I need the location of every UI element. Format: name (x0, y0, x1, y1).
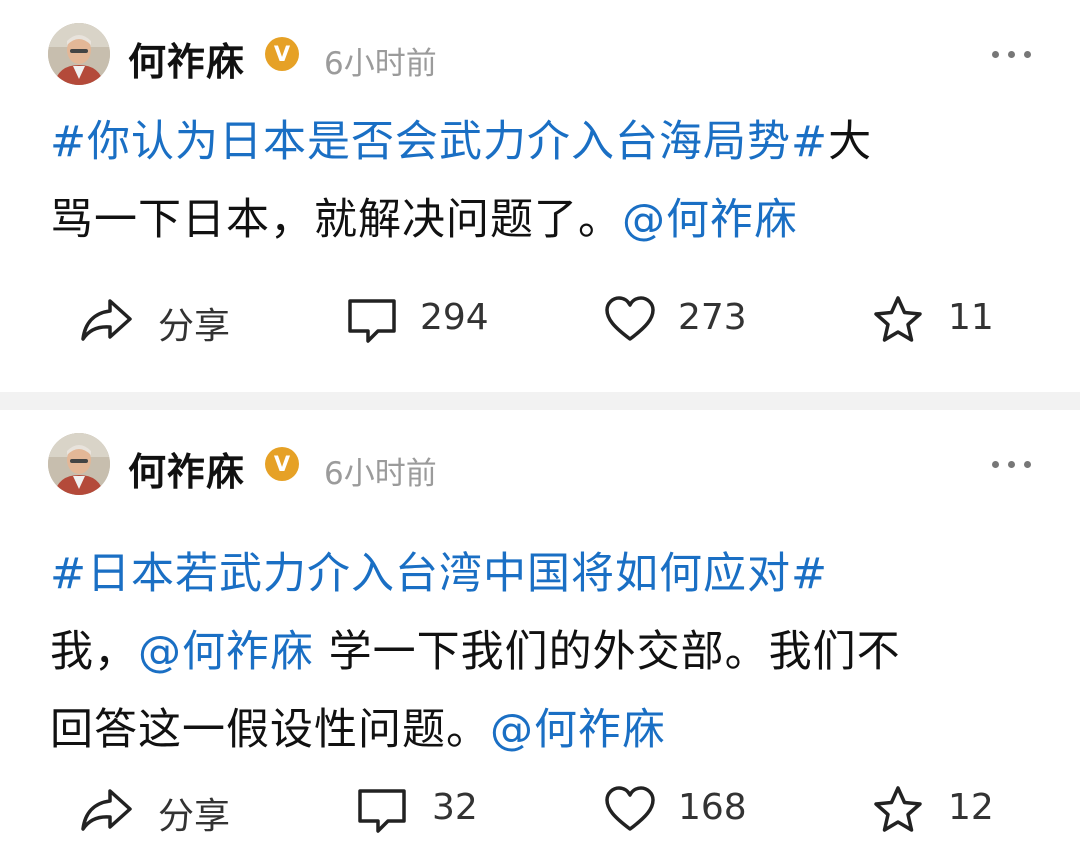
comment-count: 32 (432, 787, 478, 828)
verified-badge-icon: V (265, 37, 299, 71)
content-text: 学一下我们的外交部。我们不 (314, 627, 901, 677)
content-text: 我， (50, 627, 138, 677)
share-button[interactable]: 分享 (80, 779, 250, 839)
avatar[interactable] (48, 23, 110, 85)
post-card: 何祚庥 V 6小时前 #你认为日本是否会武力介入台海局势#大 骂一下日本，就解决… (0, 0, 1080, 392)
heart-icon (605, 786, 655, 831)
content-line: #日本若武力介入台湾中国将如何应对# (50, 535, 1035, 613)
share-label: 分享 (158, 796, 231, 837)
like-count: 273 (678, 297, 747, 338)
like-button[interactable]: 168 (604, 779, 764, 839)
action-bar: 分享 294 273 11 (0, 289, 1080, 349)
action-bar: 分享 32 168 12 (0, 779, 1080, 839)
share-icon (81, 299, 132, 341)
star-icon (874, 786, 922, 832)
favorite-button[interactable]: 11 (872, 289, 1012, 349)
content-line: #你认为日本是否会武力介入台海局势#大 (50, 103, 1035, 181)
comment-count: 294 (420, 297, 489, 338)
avatar[interactable] (48, 433, 110, 495)
content-text: 大 (828, 117, 873, 167)
hashtag-link[interactable]: #日本若武力介入台湾中国将如何应对# (50, 549, 828, 599)
comment-button[interactable]: 32 (356, 779, 506, 839)
hashtag-link[interactable]: #你认为日本是否会武力介入台海局势# (50, 117, 828, 167)
post-header: 何祚庥 V 6小时前 (48, 23, 1032, 87)
comment-icon (358, 789, 406, 833)
comment-icon (348, 299, 396, 343)
heart-icon (605, 296, 655, 341)
mention-link[interactable]: @何祚庥 (138, 627, 314, 677)
content-line: 回答这一假设性问题。@何祚庥 (50, 691, 1035, 769)
verified-badge-icon: V (265, 447, 299, 481)
post-timestamp: 6小时前 (324, 46, 437, 82)
star-icon (874, 296, 922, 342)
post-timestamp: 6小时前 (324, 456, 437, 492)
post-card: 何祚庥 V 6小时前 #日本若武力介入台湾中国将如何应对# 我，@何祚庥 学一下… (0, 410, 1080, 861)
mention-link[interactable]: @何祚庥 (622, 195, 798, 245)
more-icon[interactable] (992, 461, 1032, 469)
post-content: #你认为日本是否会武力介入台海局势#大 骂一下日本，就解决问题了。@何祚庥 (50, 103, 1035, 259)
author-name[interactable]: 何祚庥 (128, 31, 245, 86)
comment-button[interactable]: 294 (346, 289, 506, 349)
mention-link[interactable]: @何祚庥 (490, 705, 666, 755)
content-line: 我，@何祚庥 学一下我们的外交部。我们不 (50, 613, 1035, 691)
share-label: 分享 (158, 306, 231, 347)
content-text: 骂一下日本，就解决问题了。 (50, 195, 622, 245)
share-button[interactable]: 分享 (80, 289, 250, 349)
favorite-count: 11 (948, 297, 994, 338)
author-name[interactable]: 何祚庥 (128, 441, 245, 496)
favorite-count: 12 (948, 787, 994, 828)
post-header: 何祚庥 V 6小时前 (48, 433, 1032, 497)
like-button[interactable]: 273 (604, 289, 764, 349)
more-icon[interactable] (992, 51, 1032, 59)
content-text: 回答这一假设性问题。 (50, 705, 490, 755)
post-content: #日本若武力介入台湾中国将如何应对# 我，@何祚庥 学一下我们的外交部。我们不 … (50, 535, 1035, 769)
content-line: 骂一下日本，就解决问题了。@何祚庥 (50, 181, 1035, 259)
share-icon (81, 789, 132, 831)
post-divider (0, 392, 1080, 410)
like-count: 168 (678, 787, 747, 828)
favorite-button[interactable]: 12 (872, 779, 1012, 839)
